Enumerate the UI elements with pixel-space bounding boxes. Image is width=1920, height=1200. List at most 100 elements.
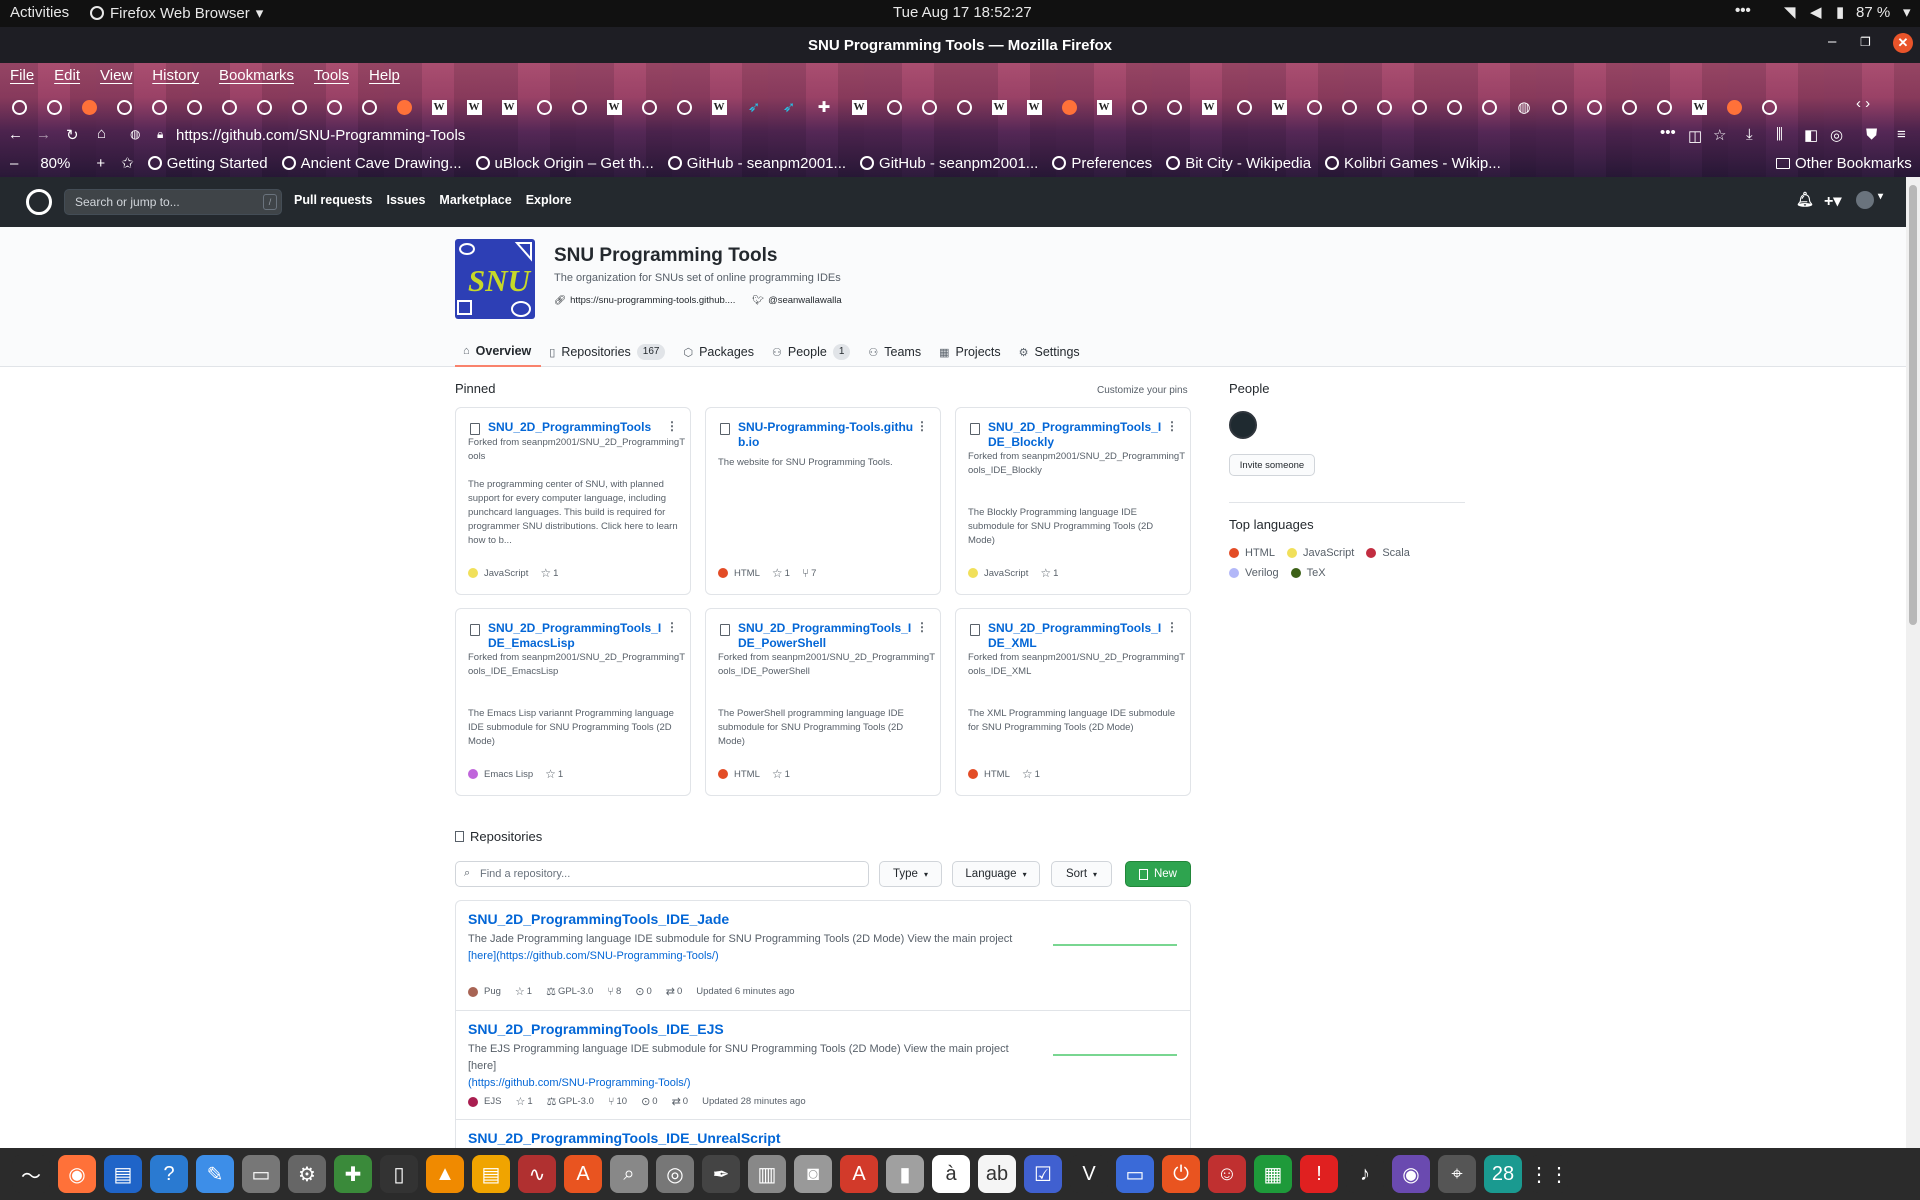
fork-count[interactable]: ⑂ 10	[608, 1096, 627, 1108]
tab-list-icon[interactable]: ‹ ›	[1856, 95, 1870, 112]
clock[interactable]: Tue Aug 17 18:52:27	[893, 4, 1032, 21]
tab-teams[interactable]: ⚇ Teams	[860, 337, 931, 367]
pinned-repo-title[interactable]: SNU_2D_ProgrammingTools_IDE_Blockly	[988, 420, 1168, 450]
dock-editor-icon[interactable]: ✎	[196, 1155, 234, 1193]
dock-firefox-icon[interactable]: ◉	[58, 1155, 96, 1193]
gh-nav-explore[interactable]: Explore	[526, 193, 572, 207]
tab-overview[interactable]: ⌂ Overview	[455, 337, 542, 367]
notification-bell-icon[interactable]: 🔔︎	[1796, 191, 1814, 208]
github-logo-icon[interactable]	[26, 189, 52, 215]
github-search-input[interactable]: Search or jump to... /	[64, 189, 282, 215]
scrollbar-thumb[interactable]	[1909, 185, 1917, 625]
page-actions-icon[interactable]: •••	[1660, 124, 1676, 141]
bookmark-item[interactable]: Bit City - Wikipedia	[1166, 155, 1311, 172]
browser-tab[interactable]	[881, 96, 907, 118]
sidebar-icon[interactable]: ◧	[1804, 126, 1818, 144]
browser-tab[interactable]: ➶	[776, 96, 802, 118]
dock-tasks-icon[interactable]: ☑	[1024, 1155, 1062, 1193]
browser-tab[interactable]	[6, 96, 32, 118]
bookmark-item[interactable]: GitHub - seanpm2001...	[860, 155, 1038, 172]
browser-tab[interactable]	[636, 96, 662, 118]
star-count[interactable]: ☆ 1	[545, 767, 563, 781]
browser-tab[interactable]	[76, 96, 102, 118]
browser-tab[interactable]: W	[461, 96, 487, 118]
browser-tab[interactable]: W	[1196, 96, 1222, 118]
gh-nav-issues[interactable]: Issues	[387, 193, 426, 207]
dock-capture-icon[interactable]: ◉	[1392, 1155, 1430, 1193]
dock-viewer-icon[interactable]: ⌕	[610, 1155, 648, 1193]
menu-bookmarks[interactable]: Bookmarks	[209, 67, 304, 89]
browser-tab[interactable]	[1161, 96, 1187, 118]
bookmark-item[interactable]: Preferences	[1052, 155, 1152, 172]
zoom-in-icon[interactable]: +	[96, 155, 105, 172]
menu-view[interactable]: View	[90, 67, 142, 89]
bookmark-item[interactable]: Ancient Cave Drawing...	[281, 155, 462, 172]
browser-tab[interactable]	[1231, 96, 1257, 118]
account-icon[interactable]: ◎	[1830, 126, 1843, 144]
drag-handle-icon[interactable]: ⋮	[666, 420, 678, 432]
dock-disc-icon[interactable]: ◎	[656, 1155, 694, 1193]
tab-packages[interactable]: ⬡ Packages	[675, 337, 764, 367]
browser-tab[interactable]	[1336, 96, 1362, 118]
volume-icon[interactable]: ◀︎	[1810, 3, 1822, 21]
star-icon[interactable]: ☆	[1713, 126, 1726, 144]
browser-tab[interactable]	[566, 96, 592, 118]
browser-tab[interactable]	[1406, 96, 1432, 118]
org-website[interactable]: 🔗︎ https://snu-programming-tools.github..…	[554, 295, 735, 306]
browser-tab[interactable]	[41, 96, 67, 118]
home-icon[interactable]: ⌂	[97, 125, 106, 142]
browser-tab[interactable]	[146, 96, 172, 118]
create-new-icon[interactable]: +▾	[1824, 191, 1841, 211]
find-repository-input[interactable]: ⌕ Find a repository...	[455, 861, 869, 887]
dock-apps-icon[interactable]: ⋮⋮	[1529, 1155, 1569, 1193]
tab-settings[interactable]: ⚙ Settings	[1011, 337, 1090, 367]
library-icon[interactable]: ⫼	[1776, 126, 1783, 143]
org-twitter[interactable]: 🐦︎ @seanwallawalla	[752, 295, 842, 306]
pinned-repo-title[interactable]: SNU_2D_ProgrammingTools_IDE_XML	[988, 621, 1168, 651]
close-icon[interactable]: ✕	[1893, 33, 1913, 53]
dock-vlc-icon[interactable]: ▲	[426, 1155, 464, 1193]
pinned-repo-title[interactable]: SNU_2D_ProgrammingTools_IDE_PowerShell	[738, 621, 918, 651]
browser-tab[interactable]	[1756, 96, 1782, 118]
tab-repositories[interactable]: ▯ Repositories 167	[541, 337, 675, 367]
system-menu-icon[interactable]: ▾	[1903, 3, 1911, 21]
issue-count[interactable]: ⊙ 0	[635, 985, 652, 998]
invite-someone-button[interactable]: Invite someone	[1229, 454, 1315, 476]
browser-tab[interactable]	[1546, 96, 1572, 118]
gh-nav-marketplace[interactable]: Marketplace	[439, 193, 511, 207]
star-count[interactable]: ☆ 1	[515, 1095, 532, 1108]
dock-reader-icon[interactable]: ◙	[794, 1155, 832, 1193]
zoom-out-icon[interactable]: –	[10, 155, 18, 172]
browser-tab[interactable]	[1616, 96, 1642, 118]
drag-handle-icon[interactable]: ⋮	[916, 420, 928, 432]
dock-files-icon[interactable]: ▭	[242, 1155, 280, 1193]
browser-tab[interactable]	[951, 96, 977, 118]
pinned-repo-title[interactable]: SNU-Programming-Tools.github.io	[738, 420, 918, 450]
dock-settings-icon[interactable]: ⚙	[288, 1155, 326, 1193]
minimize-icon[interactable]: –	[1828, 33, 1836, 50]
menu-tools[interactable]: Tools	[304, 67, 359, 89]
new-repository-button[interactable]: New	[1125, 861, 1191, 887]
browser-tab[interactable]	[321, 96, 347, 118]
browser-tab[interactable]: W	[426, 96, 452, 118]
browser-tab[interactable]: W	[706, 96, 732, 118]
pull-request-count[interactable]: ⇄ 0	[672, 1095, 689, 1108]
star-count[interactable]: ☆ 1	[772, 767, 790, 781]
star-count[interactable]: ☆ 1	[515, 985, 532, 998]
browser-tab[interactable]	[216, 96, 242, 118]
other-bookmarks[interactable]: Other Bookmarks	[1776, 155, 1912, 172]
browser-tab[interactable]	[356, 96, 382, 118]
url-bar[interactable]: https://github.com/SNU-Programming-Tools	[176, 127, 465, 144]
browser-tab[interactable]	[1126, 96, 1152, 118]
browser-tab[interactable]	[1441, 96, 1467, 118]
browser-tab[interactable]	[181, 96, 207, 118]
dock-calendar-icon[interactable]: 28	[1484, 1155, 1522, 1193]
browser-tab[interactable]: W	[846, 96, 872, 118]
activities-button[interactable]: Activities	[10, 4, 69, 21]
reload-icon[interactable]: ↻	[66, 126, 79, 144]
dock-store-icon[interactable]: A	[564, 1155, 602, 1193]
browser-tab[interactable]: W	[601, 96, 627, 118]
gh-nav-pull-requests[interactable]: Pull requests	[294, 193, 373, 207]
zoom-level[interactable]: 80%	[40, 155, 70, 172]
avatar-menu-chevron-icon[interactable]: ▾	[1878, 191, 1883, 202]
